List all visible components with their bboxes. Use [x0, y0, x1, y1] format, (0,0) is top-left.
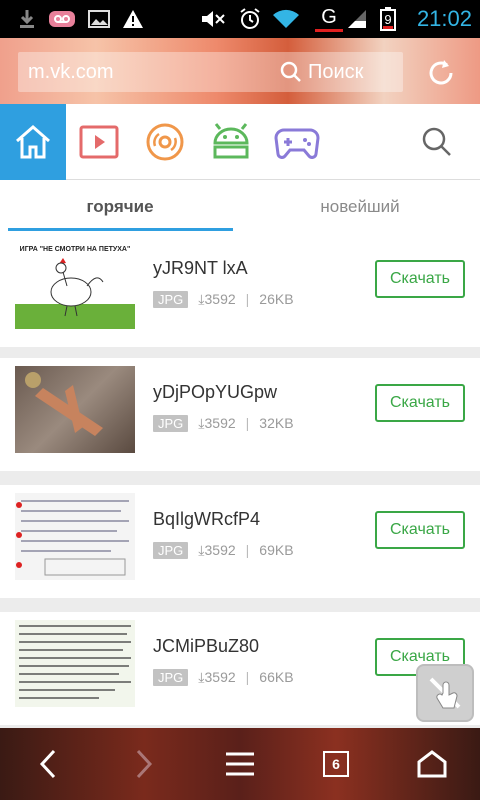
divider: | — [245, 291, 250, 307]
alarm-icon — [238, 8, 262, 30]
download-count: 3592 — [204, 542, 236, 558]
divider: | — [245, 669, 250, 685]
file-size: 69KB — [259, 542, 294, 558]
home-outline-icon — [417, 750, 447, 778]
thumbnail-cross — [15, 366, 135, 453]
download-button[interactable]: Скачать — [375, 384, 465, 422]
download-icon — [16, 8, 38, 30]
download-count: 3592 — [204, 415, 236, 431]
file-type-badge: JPG — [153, 414, 189, 432]
warning-icon — [122, 8, 144, 30]
tab-count-box: 6 — [323, 751, 349, 777]
tab-video[interactable] — [66, 104, 132, 180]
network-g-icon: G — [312, 6, 370, 32]
menu-icon — [226, 752, 254, 776]
assistive-touch-button[interactable] — [416, 664, 474, 722]
download-count: 3592 — [204, 291, 236, 307]
tabs-button[interactable]: 6 — [312, 742, 360, 786]
android-icon — [213, 123, 249, 159]
file-name[interactable]: yDjPOpYUGpw — [153, 382, 277, 403]
file-name[interactable]: JCMiPBuZ80 — [153, 636, 259, 657]
tab-home[interactable] — [0, 104, 66, 180]
battery-level: 9 — [384, 11, 392, 27]
mute-icon — [200, 8, 226, 30]
voicemail-icon — [48, 8, 76, 30]
video-icon — [79, 125, 119, 159]
download-button[interactable]: Скачать — [375, 260, 465, 298]
search-icon — [422, 127, 451, 156]
network-label: G — [315, 6, 343, 32]
url-text[interactable]: m.vk.com — [28, 61, 114, 84]
home-button[interactable] — [408, 742, 456, 786]
worksheet-icon — [16, 500, 129, 576]
tab-search[interactable] — [404, 104, 470, 180]
chevron-left-icon — [39, 749, 56, 779]
tab-newest[interactable]: новейший — [240, 180, 480, 234]
search-icon — [280, 61, 301, 82]
divider: | — [245, 542, 250, 558]
list-item[interactable]: ИГРА "НЕ СМОТРИ НА ПЕТУХА" yJR9NT lxA JP… — [0, 234, 480, 347]
file-name[interactable]: BqIlgWRcfP4 — [153, 509, 260, 530]
image-icon — [88, 8, 110, 30]
chevron-right-icon — [136, 749, 153, 779]
file-type-badge: JPG — [153, 290, 189, 308]
search-label: Поиск — [308, 60, 364, 83]
tab-music[interactable] — [132, 104, 198, 180]
category-tabs — [0, 104, 480, 180]
divider: | — [245, 415, 250, 431]
tab-games[interactable] — [264, 104, 330, 180]
gamepad-icon — [274, 128, 320, 159]
text-page-icon — [19, 625, 131, 699]
thumbnail-worksheet — [15, 493, 135, 580]
tab-android[interactable] — [198, 104, 264, 180]
file-meta: JPG ⤓ 3592 | 69KB — [153, 541, 294, 559]
menu-button[interactable] — [216, 742, 264, 786]
browser-header: m.vk.com Поиск — [0, 38, 480, 104]
status-bar: G 9 21:02 — [0, 0, 480, 38]
file-type-badge: JPG — [153, 668, 189, 686]
refresh-button[interactable] — [424, 56, 458, 90]
back-button[interactable] — [24, 742, 72, 786]
cross-icon — [25, 372, 103, 436]
download-button[interactable]: Скачать — [375, 511, 465, 549]
list-item[interactable]: yDjPOpYUGpw JPG ⤓ 3592 | 32KB Скачать — [0, 358, 480, 471]
bottom-toolbar: 6 — [0, 728, 480, 800]
tab-count: 6 — [332, 756, 340, 772]
hand-pointer-icon — [429, 677, 461, 709]
home-icon — [16, 125, 50, 159]
clock: 21:02 — [416, 6, 472, 31]
file-meta: JPG ⤓ 3592 | 32KB — [153, 414, 294, 432]
list-item[interactable]: BqIlgWRcfP4 JPG ⤓ 3592 | 69KB Скачать — [0, 485, 480, 598]
file-name[interactable]: yJR9NT lxA — [153, 258, 248, 279]
wifi-icon — [272, 8, 300, 30]
rooster-icon — [50, 258, 104, 317]
forward-button[interactable] — [120, 742, 168, 786]
search-button[interactable]: Поиск — [268, 52, 403, 92]
battery-icon: 9 — [378, 7, 398, 31]
active-tab-indicator — [8, 228, 233, 231]
address-bar[interactable]: m.vk.com Поиск — [18, 52, 403, 92]
thumbnail-rooster: ИГРА "НЕ СМОТРИ НА ПЕТУХА" — [15, 242, 135, 329]
signal-icon — [347, 10, 366, 28]
refresh-icon — [429, 60, 453, 85]
list-item[interactable]: JCMiPBuZ80 JPG ⤓ 3592 | 66KB Скачать — [0, 612, 480, 725]
sort-tabs: горячие новейший — [0, 180, 480, 234]
file-meta: JPG ⤓ 3592 | 66KB — [153, 668, 294, 686]
music-disc-icon — [146, 123, 184, 161]
file-meta: JPG ⤓ 3592 | 26KB — [153, 290, 294, 308]
file-type-badge: JPG — [153, 541, 189, 559]
file-size: 32KB — [259, 415, 294, 431]
tab-hot[interactable]: горячие — [0, 180, 240, 234]
thumbnail-text — [15, 620, 135, 707]
file-size: 26KB — [259, 291, 294, 307]
download-count: 3592 — [204, 669, 236, 685]
file-size: 66KB — [259, 669, 294, 685]
